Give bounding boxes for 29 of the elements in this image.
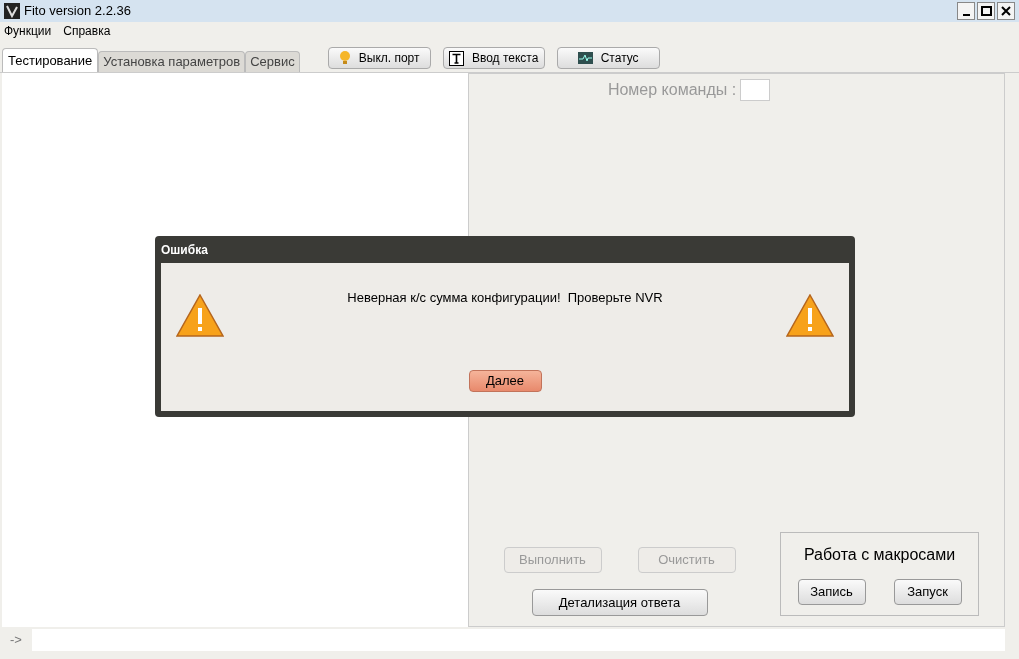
menu-item[interactable]: Справка bbox=[63, 22, 111, 40]
window-title: Fito version 2.2.36 bbox=[24, 2, 131, 21]
monitor-icon bbox=[577, 52, 593, 64]
tab[interactable]: Тестирование bbox=[2, 48, 99, 72]
toolbar-button[interactable]: Выкл. порт bbox=[327, 47, 431, 69]
toolbar-button[interactable]: Ввод текста bbox=[442, 47, 545, 69]
lightbulb-icon bbox=[338, 51, 351, 65]
prompt-symbol: -> bbox=[9, 631, 23, 650]
warning-icon bbox=[176, 294, 224, 337]
close-icon bbox=[1001, 6, 1011, 16]
close-button[interactable] bbox=[997, 2, 1015, 20]
maximize-button[interactable] bbox=[977, 2, 995, 20]
dialog-title: Ошибка bbox=[161, 241, 208, 259]
minimize-button[interactable] bbox=[957, 2, 975, 20]
error-message: Неверная к/с сумма конфигурации! Проверьте NVR bbox=[347, 289, 663, 307]
text-icon bbox=[448, 50, 464, 66]
command-number-label: Номер команды : bbox=[607, 80, 737, 100]
app-logo-icon bbox=[4, 3, 20, 19]
next-button[interactable]: Далее bbox=[468, 370, 542, 392]
tab[interactable]: Установка параметров bbox=[98, 51, 246, 72]
macros-title: Работа с макросами bbox=[803, 545, 956, 565]
macro-button[interactable]: Запуск bbox=[893, 579, 962, 605]
command-number-field[interactable] bbox=[740, 79, 771, 101]
details-button[interactable]: Детализация ответа bbox=[531, 589, 708, 616]
tab[interactable]: Сервис bbox=[245, 51, 300, 72]
warning-icon bbox=[786, 294, 834, 337]
macro-button[interactable]: Запись bbox=[797, 579, 866, 605]
menu-item[interactable]: Функции bbox=[4, 22, 52, 40]
toolbar-button[interactable]: Статус bbox=[556, 47, 660, 69]
